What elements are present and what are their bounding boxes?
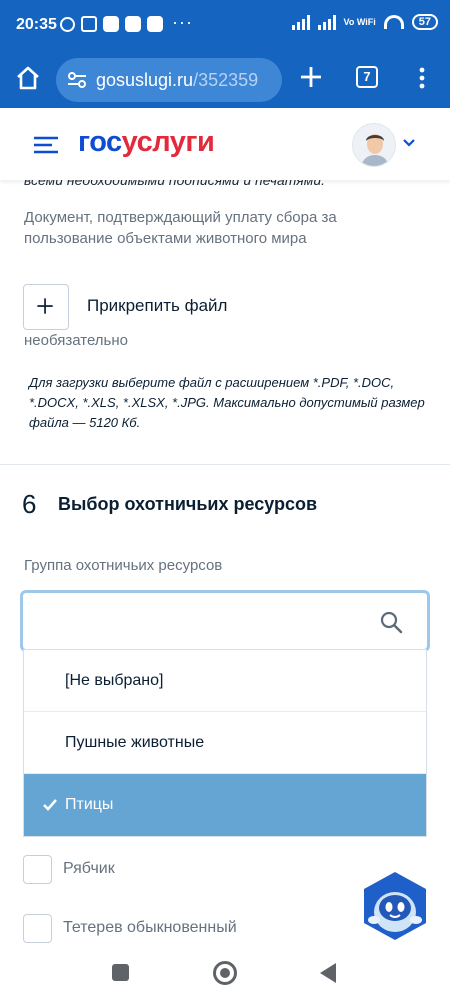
site-header: госуслуги <box>0 108 450 180</box>
new-tab-icon[interactable] <box>296 62 326 92</box>
battery-indicator: 57 <box>411 14 438 30</box>
logo-part-uslugi: услуги <box>121 126 215 158</box>
group-dropdown: [Не выбрано] Пушные животные Птицы <box>23 649 427 837</box>
recent-apps-icon[interactable] <box>112 964 129 981</box>
group-label: Группа охотничьих ресурсов <box>24 557 223 574</box>
status-notification-icons <box>60 16 163 32</box>
tab-switcher-button[interactable]: 7 <box>356 66 378 88</box>
address-bar[interactable]: gosuslugi.ru/352359 <box>56 58 282 102</box>
optional-label: необязательно <box>24 332 128 349</box>
upload-hint: Для загрузки выберите файл с расширением… <box>29 375 425 430</box>
avatar[interactable] <box>352 123 396 167</box>
attach-file-label[interactable]: Прикрепить файл <box>87 296 227 316</box>
alarm-icon <box>60 16 75 32</box>
vowifi-label: Vo WiFi <box>343 16 376 27</box>
nfc-icon <box>81 16 97 32</box>
section-divider <box>0 464 450 465</box>
signal-icon <box>291 14 310 30</box>
dropdown-option-selected[interactable]: Птицы <box>24 774 426 836</box>
home-nav-icon[interactable] <box>213 961 237 985</box>
dropdown-option-label: Птицы <box>65 796 114 813</box>
section-number: 6 <box>22 489 37 519</box>
system-navigation-bar <box>0 944 450 1000</box>
status-system-icons: Vo WiFi 57 <box>291 14 438 30</box>
site-settings-icon[interactable] <box>66 69 88 91</box>
browser-toolbar: gosuslugi.ru/352359 7 <box>0 52 450 108</box>
checkbox[interactable] <box>23 914 52 943</box>
wifi-icon <box>383 15 404 29</box>
menu-icon[interactable] <box>34 136 58 154</box>
group-search-input[interactable] <box>23 593 427 649</box>
more-vert-icon[interactable] <box>414 66 430 90</box>
plus-icon <box>37 298 53 314</box>
checkbox-label[interactable]: Тетерев обыкновенный <box>63 919 237 937</box>
checkbox-label[interactable]: Рябчик <box>63 860 115 878</box>
back-icon[interactable] <box>320 963 336 983</box>
dropdown-option[interactable]: Пушные животные <box>24 712 426 774</box>
dropdown-option[interactable]: [Не выбрано] <box>24 650 426 712</box>
assistant-robot-icon[interactable] <box>360 870 430 942</box>
section-title: Выбор охотничьих ресурсов <box>58 494 318 514</box>
document-description: Документ, подтверждающий уплату сбора за… <box>24 209 337 247</box>
url-domain: gosuslugi.ru <box>96 69 194 90</box>
url-path: /352359 <box>193 69 259 90</box>
trip-icon <box>125 16 141 32</box>
chevron-down-icon[interactable] <box>402 138 416 148</box>
check-icon <box>43 799 57 811</box>
youtube-icon <box>147 16 163 32</box>
more-notifications-icon: ··· <box>172 12 193 32</box>
youtube-icon <box>103 16 119 32</box>
group-search-field[interactable] <box>20 590 430 652</box>
logo-part-gos: гос <box>78 126 122 158</box>
checkbox[interactable] <box>23 855 52 884</box>
status-time: 20:35 <box>16 16 57 33</box>
signal-icon <box>317 14 336 30</box>
attach-file-button[interactable] <box>23 284 69 330</box>
status-bar: 20:35 ··· Vo WiFi 57 <box>0 0 450 52</box>
user-avatar-icon <box>353 124 395 166</box>
gosuslugi-logo[interactable]: госуслуги <box>78 126 215 159</box>
home-icon[interactable] <box>14 64 42 92</box>
